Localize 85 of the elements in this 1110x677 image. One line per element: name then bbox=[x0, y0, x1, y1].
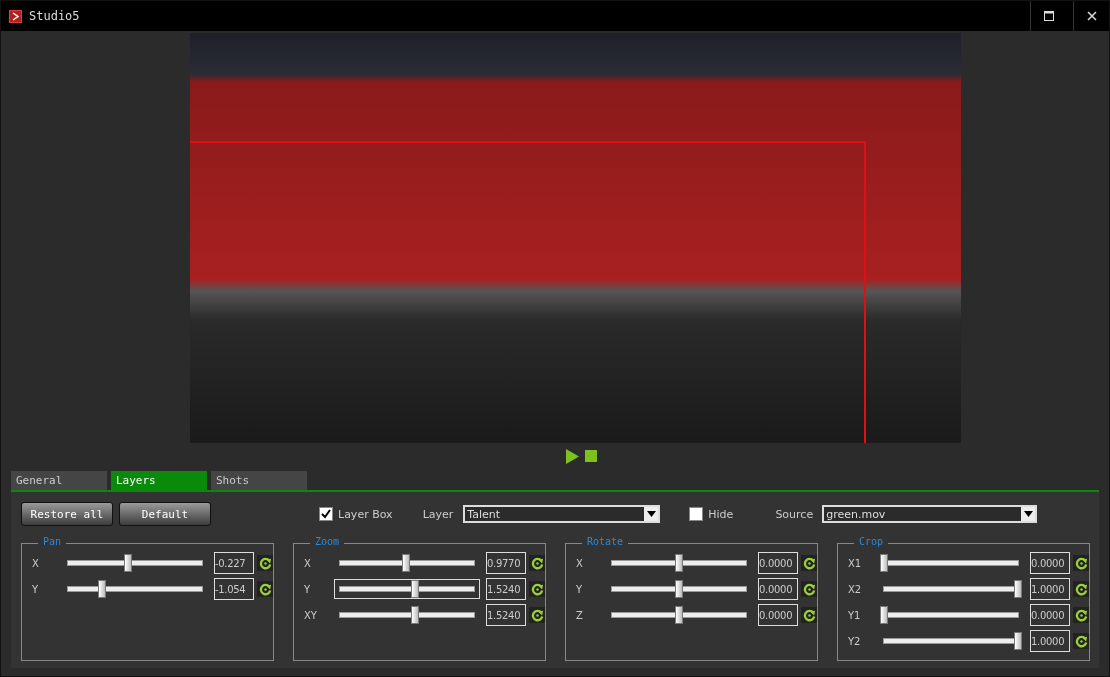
slider-thumb[interactable] bbox=[675, 580, 683, 598]
layer-dropdown[interactable]: Talent bbox=[463, 505, 661, 523]
axis-label: X bbox=[304, 557, 312, 569]
slider-thumb[interactable] bbox=[411, 580, 420, 598]
value-field[interactable]: 1.5240 bbox=[486, 604, 526, 626]
reset-icon bbox=[1074, 582, 1088, 596]
field-label: Source bbox=[775, 507, 814, 521]
field-label: Layer bbox=[422, 507, 454, 521]
tab[interactable]: Layers bbox=[111, 471, 207, 490]
restore-all-button[interactable]: Restore all bbox=[21, 502, 113, 526]
play-icon[interactable] bbox=[565, 448, 579, 464]
value-field[interactable]: 0.0000 bbox=[758, 578, 798, 600]
value-field[interactable]: 1.0000 bbox=[1030, 630, 1070, 652]
reset-button[interactable] bbox=[801, 555, 817, 571]
reset-button[interactable] bbox=[257, 555, 273, 571]
group-title: Crop bbox=[854, 536, 889, 547]
slider-thumb[interactable] bbox=[675, 606, 683, 624]
group-title: Pan bbox=[38, 536, 67, 547]
group-title: Rotate bbox=[582, 536, 629, 547]
reset-icon bbox=[1074, 608, 1088, 622]
axis-label: Y1 bbox=[848, 609, 862, 621]
reset-icon bbox=[530, 608, 544, 622]
reset-icon bbox=[258, 556, 272, 570]
reset-button[interactable] bbox=[1073, 581, 1089, 597]
tab[interactable]: Shots bbox=[211, 471, 307, 490]
reset-button[interactable] bbox=[529, 581, 545, 597]
reset-button[interactable] bbox=[1073, 555, 1089, 571]
maximize-icon bbox=[1043, 11, 1054, 21]
reset-button[interactable] bbox=[529, 607, 545, 623]
slider-thumb[interactable] bbox=[124, 554, 133, 572]
value-field[interactable]: 0.0000 bbox=[1030, 552, 1070, 574]
axis-label: Z bbox=[576, 609, 584, 621]
axis-label: Y bbox=[576, 583, 584, 595]
checkbox[interactable] bbox=[689, 507, 704, 521]
axis-label: Y2 bbox=[848, 635, 862, 647]
axis-label: X2 bbox=[848, 583, 863, 595]
checkbox[interactable] bbox=[319, 507, 333, 521]
axis-label: Y bbox=[304, 583, 312, 595]
slider-thumb[interactable] bbox=[675, 554, 683, 572]
axis-label: X1 bbox=[848, 557, 863, 569]
caret-icon bbox=[1023, 511, 1033, 517]
reset-icon bbox=[802, 556, 816, 570]
value-field[interactable]: 0.0000 bbox=[758, 604, 798, 626]
value-field[interactable]: 0.9770 bbox=[486, 552, 526, 574]
reset-icon bbox=[1074, 634, 1088, 648]
value-field[interactable]: 0.0000 bbox=[1030, 604, 1070, 626]
slider-thumb[interactable] bbox=[880, 606, 888, 624]
close-icon bbox=[1086, 11, 1097, 21]
reset-icon bbox=[1074, 556, 1088, 570]
reset-icon bbox=[530, 556, 544, 570]
reset-icon bbox=[258, 582, 272, 596]
slider-thumb[interactable] bbox=[1014, 632, 1022, 650]
reset-button[interactable] bbox=[257, 581, 273, 597]
source-dropdown[interactable]: green.mov bbox=[822, 505, 1038, 523]
value-field[interactable]: -0.227 bbox=[214, 552, 254, 574]
default-button[interactable]: Default bbox=[119, 502, 211, 526]
slider-thumb[interactable] bbox=[411, 606, 420, 624]
reset-icon bbox=[530, 582, 544, 596]
slider-thumb[interactable] bbox=[1014, 580, 1022, 598]
axis-label: Y bbox=[32, 583, 40, 595]
reset-button[interactable] bbox=[529, 555, 545, 571]
reset-button[interactable] bbox=[801, 607, 817, 623]
value-field[interactable]: -1.054 bbox=[214, 578, 254, 600]
app-logo-icon bbox=[9, 9, 22, 23]
tab[interactable]: General bbox=[11, 471, 107, 490]
reset-button[interactable] bbox=[1073, 633, 1089, 649]
axis-label: X bbox=[576, 557, 584, 569]
checkbox-label: Layer Box bbox=[338, 507, 393, 521]
window-title: Studio5 bbox=[29, 9, 80, 23]
reset-button[interactable] bbox=[1073, 607, 1089, 623]
value-field[interactable]: 1.0000 bbox=[1030, 578, 1070, 600]
value-field[interactable]: 1.5240 bbox=[486, 578, 526, 600]
value-field[interactable]: 0.0000 bbox=[758, 552, 798, 574]
slider-thumb[interactable] bbox=[97, 580, 106, 598]
checkbox-label: Hide bbox=[708, 507, 734, 521]
reset-icon bbox=[802, 608, 816, 622]
reset-icon bbox=[802, 582, 816, 596]
slider-thumb[interactable] bbox=[401, 554, 410, 572]
axis-label: XY bbox=[304, 609, 318, 621]
slider[interactable] bbox=[334, 579, 480, 599]
group-title: Zoom bbox=[310, 536, 345, 547]
axis-label: X bbox=[32, 557, 40, 569]
slider-thumb[interactable] bbox=[880, 554, 888, 572]
reset-button[interactable] bbox=[801, 581, 817, 597]
caret-icon bbox=[646, 511, 656, 517]
